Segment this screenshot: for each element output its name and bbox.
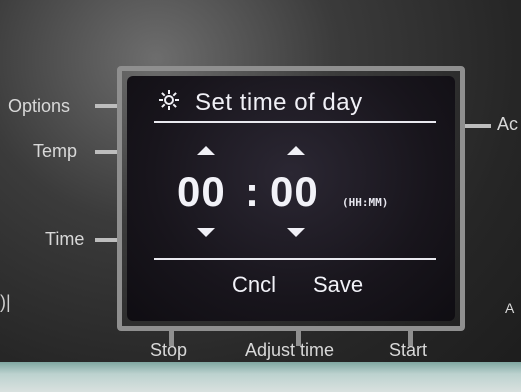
oven-trim bbox=[0, 362, 521, 392]
options-connector bbox=[95, 104, 117, 108]
time-separator: : bbox=[245, 168, 260, 215]
minutes-value[interactable]: 00 bbox=[270, 168, 319, 216]
screen-header: Set time of day bbox=[157, 88, 363, 117]
cancel-softkey[interactable]: Cncl bbox=[232, 272, 276, 298]
time-format-hint: (HH:MM) bbox=[342, 196, 389, 209]
right-side-button[interactable]: A bbox=[505, 300, 514, 316]
minute-up-arrow-icon[interactable] bbox=[287, 146, 305, 155]
left-edge-mark: )| bbox=[0, 292, 11, 312]
hours-value[interactable]: 00 bbox=[177, 168, 226, 216]
minute-down-arrow-icon[interactable] bbox=[287, 228, 305, 237]
hour-up-arrow-icon[interactable] bbox=[197, 146, 215, 155]
lcd-screen: Set time of day 00 : 00 (HH:MM) Cncl Sav… bbox=[127, 76, 455, 321]
temp-button[interactable]: Temp bbox=[33, 141, 77, 162]
temp-connector bbox=[95, 150, 117, 154]
screen-title: Set time of day bbox=[195, 88, 363, 116]
options-button[interactable]: Options bbox=[8, 96, 70, 117]
adjust-connector bbox=[465, 124, 491, 128]
gear-icon bbox=[157, 88, 195, 117]
start-button[interactable]: Start bbox=[389, 340, 427, 361]
time-button[interactable]: Time bbox=[45, 229, 84, 250]
time-connector bbox=[95, 238, 117, 242]
adjust-button[interactable]: Ac bbox=[497, 114, 518, 135]
stop-button[interactable]: Stop bbox=[150, 340, 187, 361]
softkey-divider bbox=[154, 258, 436, 260]
hour-down-arrow-icon[interactable] bbox=[197, 228, 215, 237]
header-divider bbox=[154, 121, 436, 123]
save-softkey[interactable]: Save bbox=[313, 272, 363, 298]
adjust-time-button[interactable]: Adjust time bbox=[245, 340, 334, 361]
